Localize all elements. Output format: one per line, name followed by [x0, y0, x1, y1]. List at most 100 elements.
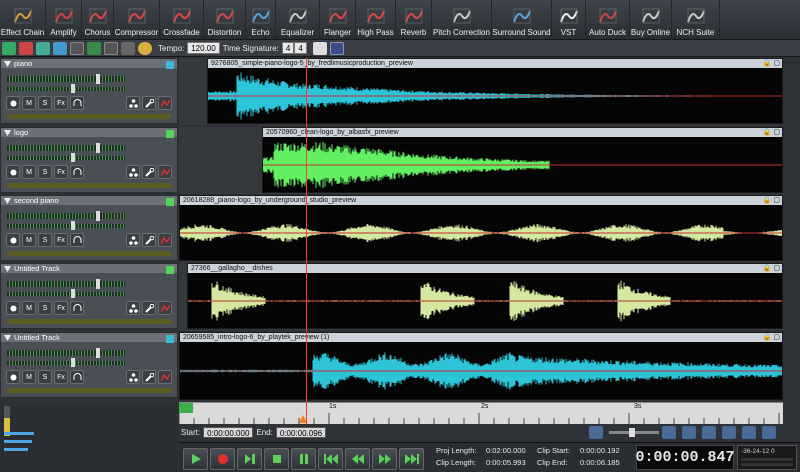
- track-title-bar[interactable]: piano: [1, 59, 177, 68]
- track-title-bar[interactable]: logo: [1, 128, 177, 137]
- volume-knob[interactable]: [96, 143, 100, 153]
- volume-knob[interactable]: [96, 348, 100, 358]
- mute-button[interactable]: M: [22, 96, 36, 110]
- flanger-button[interactable]: Flanger: [320, 0, 356, 40]
- play-button[interactable]: [183, 448, 208, 470]
- select-icon[interactable]: [104, 41, 118, 55]
- track-title-bar[interactable]: Untitled Track: [1, 333, 177, 342]
- surround-sound-button[interactable]: Surround Sound: [492, 0, 552, 40]
- track-effects-button[interactable]: [126, 370, 140, 384]
- audio-clip[interactable]: 9276805_simple-piano-logo-5_by_fredlimus…: [207, 58, 783, 124]
- clip-header[interactable]: 9276805_simple-piano-logo-5_by_fredlimus…: [208, 59, 782, 68]
- automation-button[interactable]: [158, 233, 172, 247]
- waveform[interactable]: [188, 273, 783, 329]
- track-effects-button[interactable]: [126, 233, 140, 247]
- split-icon[interactable]: [70, 41, 84, 55]
- pitch-correction-button[interactable]: Pitch Correction: [432, 0, 492, 40]
- snap-icon[interactable]: [329, 41, 344, 55]
- track-color-swatch[interactable]: [166, 130, 174, 138]
- volume-knob[interactable]: [96, 74, 100, 84]
- track-settings-button[interactable]: [142, 301, 156, 315]
- zoom-in-icon[interactable]: [662, 425, 676, 439]
- pan-knob[interactable]: [71, 358, 75, 367]
- record-arm-button[interactable]: [6, 370, 20, 384]
- track-effects-button[interactable]: [126, 301, 140, 315]
- rewind-button[interactable]: [345, 448, 370, 470]
- record-track-icon[interactable]: [19, 41, 33, 55]
- collapse-icon[interactable]: [4, 197, 11, 204]
- zoom-vertical-icon[interactable]: [742, 425, 756, 439]
- waveform[interactable]: [263, 137, 783, 193]
- add-track-icon[interactable]: [2, 41, 16, 55]
- audio-clip[interactable]: 20618288_piano-logo_by_underground_studi…: [179, 195, 783, 261]
- track-settings-button[interactable]: [142, 165, 156, 179]
- buy-online-button[interactable]: Buy Online: [630, 0, 672, 40]
- track-settings-button[interactable]: [142, 370, 156, 384]
- volume-knob[interactable]: [96, 211, 100, 221]
- end-field[interactable]: 0:00:00.096: [275, 426, 327, 438]
- import-icon[interactable]: [36, 41, 50, 55]
- clip-lock-icon[interactable]: 🔒 ▢: [763, 264, 780, 273]
- volume-slider[interactable]: [7, 350, 125, 356]
- clip-lock-icon[interactable]: 🔒 ▢: [763, 333, 780, 342]
- audio-clip[interactable]: 20659585_intro-logo-6_by_playtek_preview…: [179, 332, 783, 400]
- waveform[interactable]: [180, 342, 783, 400]
- track-color-swatch[interactable]: [166, 198, 174, 206]
- audio-clip[interactable]: 27366__gallagho__dishes 🔒 ▢: [187, 263, 783, 329]
- volume-slider[interactable]: [7, 281, 125, 287]
- track-color-swatch[interactable]: [166, 266, 174, 274]
- stop-button[interactable]: [264, 448, 289, 470]
- clip-header[interactable]: 27366__gallagho__dishes 🔒 ▢: [188, 264, 782, 273]
- track-name[interactable]: second piano: [14, 196, 59, 205]
- high-pass-button[interactable]: High Pass: [356, 0, 396, 40]
- pan-slider[interactable]: [7, 292, 125, 296]
- solo-button[interactable]: S: [38, 96, 52, 110]
- solo-button[interactable]: S: [38, 301, 52, 315]
- track-color-swatch[interactable]: [166, 335, 174, 343]
- automation-button[interactable]: [158, 370, 172, 384]
- equalizer-button[interactable]: Equalizer: [276, 0, 320, 40]
- record-arm-button[interactable]: [6, 233, 20, 247]
- fx-button[interactable]: Fx: [54, 301, 68, 315]
- amplify-button[interactable]: Amplify: [46, 0, 82, 40]
- track-settings-button[interactable]: [142, 233, 156, 247]
- track-header[interactable]: Untitled Track M S Fx: [0, 263, 178, 329]
- pan-knob[interactable]: [71, 84, 75, 93]
- play-loop-button[interactable]: [237, 448, 262, 470]
- track-header[interactable]: logo M S Fx: [0, 127, 178, 193]
- track-name[interactable]: logo: [14, 128, 28, 137]
- volume-slider[interactable]: [7, 145, 125, 151]
- waveform[interactable]: [208, 68, 783, 124]
- start-field[interactable]: 0:00:00.000: [203, 426, 254, 438]
- track-effects-button[interactable]: [126, 96, 140, 110]
- zoom-out-icon[interactable]: [589, 425, 603, 439]
- solo-button[interactable]: S: [38, 165, 52, 179]
- fast-forward-button[interactable]: [372, 448, 397, 470]
- track-header[interactable]: piano M S Fx: [0, 58, 178, 124]
- audio-clip[interactable]: 20570960_clean-logo_by_albasfx_preview 🔒 …: [262, 127, 783, 193]
- fx-button[interactable]: Fx: [54, 233, 68, 247]
- track-name[interactable]: piano: [14, 59, 32, 68]
- save-icon[interactable]: [53, 41, 67, 55]
- distortion-button[interactable]: Distortion: [204, 0, 246, 40]
- track-header[interactable]: second piano M S Fx: [0, 195, 178, 261]
- clip-lock-icon[interactable]: 🔒 ▢: [763, 128, 780, 137]
- collapse-icon[interactable]: [4, 60, 11, 67]
- monitor-button[interactable]: [70, 96, 84, 110]
- record-button[interactable]: [210, 448, 235, 470]
- loop-icon[interactable]: [87, 41, 101, 55]
- track-color-swatch[interactable]: [166, 61, 174, 69]
- collapse-icon[interactable]: [4, 334, 11, 341]
- monitor-button[interactable]: [70, 233, 84, 247]
- record-arm-button[interactable]: [6, 165, 20, 179]
- track-name[interactable]: Untitled Track: [14, 333, 60, 342]
- auto-duck-button[interactable]: Auto Duck: [586, 0, 630, 40]
- vst-button[interactable]: VST: [552, 0, 586, 40]
- waveform[interactable]: [180, 205, 783, 261]
- grid-icon[interactable]: [312, 41, 327, 55]
- clip-header[interactable]: 20570960_clean-logo_by_albasfx_preview 🔒 …: [263, 128, 782, 137]
- mute-button[interactable]: M: [22, 233, 36, 247]
- track-settings-button[interactable]: [142, 96, 156, 110]
- zoom-selection-icon[interactable]: [702, 425, 716, 439]
- clip-header[interactable]: 20618288_piano-logo_by_underground_studi…: [180, 196, 782, 205]
